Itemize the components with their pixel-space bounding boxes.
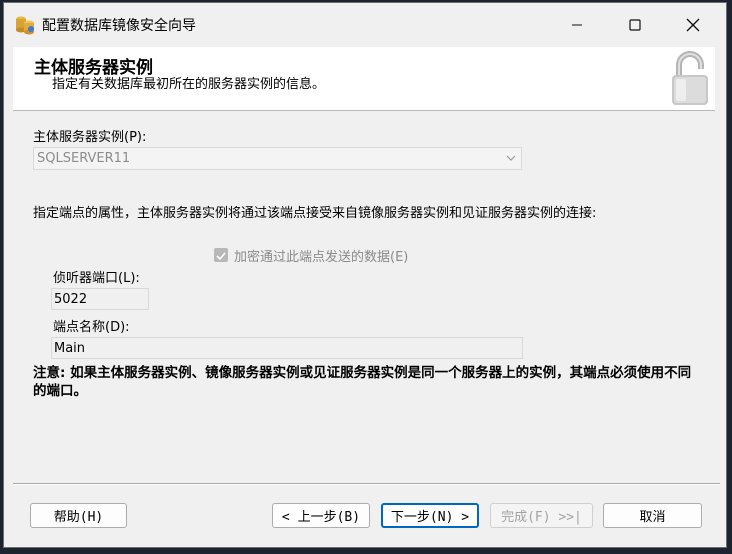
checkmark-icon [216, 252, 226, 261]
header-banner: 主体服务器实例 指定有关数据库最初所在的服务器实例的信息。 [13, 47, 715, 111]
maximize-icon [629, 19, 641, 31]
app-icon [16, 16, 34, 35]
maximize-button[interactable] [606, 3, 664, 47]
close-icon [686, 18, 700, 32]
listener-port-value: 5022 [54, 292, 88, 307]
endpoint-name-field[interactable]: Main [51, 337, 523, 359]
minimize-icon [572, 24, 582, 26]
finish-button[interactable]: 完成(F) >>| [490, 503, 593, 528]
endpoint-name-value: Main [54, 341, 86, 356]
chevron-down-icon [506, 155, 516, 161]
endpoint-name-label: 端点名称(D): [53, 320, 130, 335]
window-title: 配置数据库镜像安全向导 [42, 18, 196, 34]
principal-server-value: SQLSERVER11 [37, 151, 131, 166]
minimize-button[interactable] [548, 3, 606, 47]
port-note: 注意: 如果主体服务器实例、镜像服务器实例或见证服务器实例是同一个服务器上的实例… [33, 365, 692, 399]
padlock-icon [672, 51, 708, 105]
encrypt-checkbox[interactable] [214, 248, 228, 262]
endpoint-instruction: 指定端点的属性，主体服务器实例将通过该端点接受来自镜像服务器实例和见证服务器实例… [33, 206, 597, 221]
cancel-button[interactable]: 取消 [603, 503, 702, 528]
encrypt-label: 加密通过此端点发送的数据(E) [234, 250, 409, 265]
footer-divider [13, 483, 720, 485]
listener-port-label: 侦听器端口(L): [53, 271, 140, 286]
listener-port-field[interactable]: 5022 [51, 288, 149, 310]
next-button[interactable]: 下一步(N) > [381, 503, 479, 528]
title-bar: 配置数据库镜像安全向导 [4, 3, 726, 47]
principal-server-label: 主体服务器实例(P): [33, 130, 147, 145]
close-button[interactable] [664, 3, 722, 47]
back-button[interactable]: < 上一步(B) [272, 503, 370, 528]
page-subtitle: 指定有关数据库最初所在的服务器实例的信息。 [52, 77, 326, 92]
principal-server-select[interactable]: SQLSERVER11 [33, 147, 522, 170]
help-button[interactable]: 帮助(H) [30, 503, 127, 528]
wizard-window: 配置数据库镜像安全向导 主体服务器实例 指定有关数据库最初所在的服务器实例的信息… [3, 2, 727, 548]
